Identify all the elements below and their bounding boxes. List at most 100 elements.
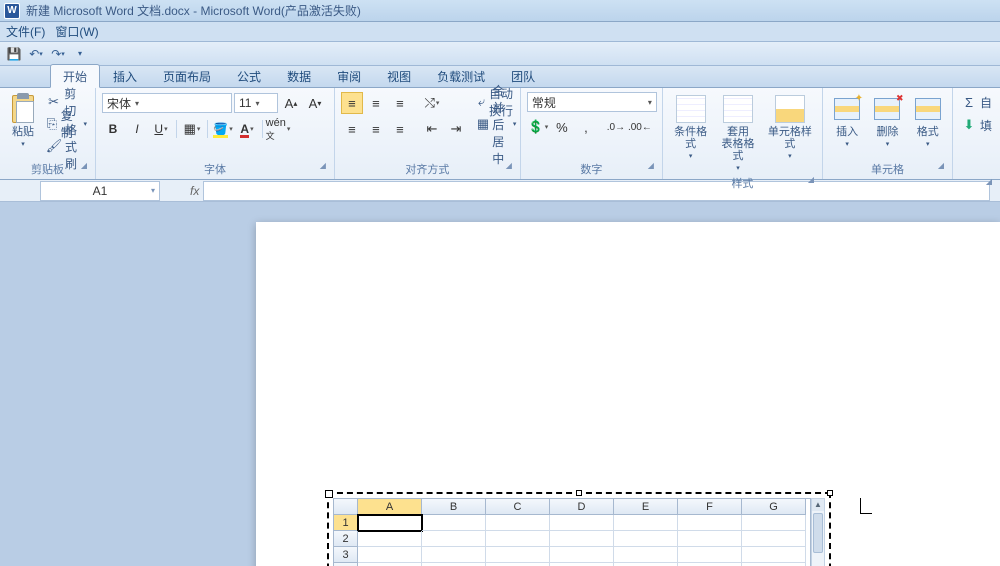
tab-loadtest[interactable]: 负载测试 xyxy=(424,64,498,87)
shrink-font-button[interactable]: A▾ xyxy=(304,92,326,114)
insert-cells-button[interactable]: 插入▾ xyxy=(829,92,865,150)
tab-data[interactable]: 数据 xyxy=(274,64,324,87)
scissors-icon: ✂ xyxy=(46,94,61,110)
cell[interactable] xyxy=(550,515,614,531)
column-header-a[interactable]: A xyxy=(358,499,422,515)
formula-input[interactable] xyxy=(203,181,990,201)
cell[interactable] xyxy=(358,515,422,531)
align-middle-button[interactable]: ≡ xyxy=(365,92,387,114)
formula-bar: A1 ▾ fx xyxy=(0,180,1000,202)
cell[interactable] xyxy=(742,547,806,563)
decrease-indent-button[interactable]: ⇤ xyxy=(421,118,443,140)
redo-icon[interactable]: ↷▾ xyxy=(50,46,66,62)
cell[interactable] xyxy=(550,531,614,547)
cell[interactable] xyxy=(486,547,550,563)
save-icon[interactable]: 💾 xyxy=(6,46,22,62)
cell[interactable] xyxy=(422,515,486,531)
comma-button[interactable]: , xyxy=(575,116,597,138)
conditional-format-button[interactable]: 条件格式▾ xyxy=(669,92,712,162)
spreadsheet-grid[interactable]: A B C D E F G 12345678910 xyxy=(333,498,811,566)
vertical-scrollbar[interactable]: ▲ ▼ xyxy=(811,498,825,566)
format-painter-button[interactable]: 🖌格式刷 xyxy=(44,136,89,156)
column-header-c[interactable]: C xyxy=(486,499,550,515)
resize-handle[interactable] xyxy=(827,490,833,496)
cell[interactable] xyxy=(678,515,742,531)
cell[interactable] xyxy=(614,515,678,531)
borders-button[interactable]: ▦▾ xyxy=(181,118,203,140)
merge-label: 合并后居中 xyxy=(492,82,508,167)
font-family-value: 宋体 xyxy=(107,95,131,112)
cell[interactable] xyxy=(486,531,550,547)
percent-button[interactable]: % xyxy=(551,116,573,138)
cell[interactable] xyxy=(550,547,614,563)
number-format-combo[interactable]: 常规▾ xyxy=(527,92,657,112)
tab-insert[interactable]: 插入 xyxy=(100,64,150,87)
merge-center-button[interactable]: ▦合并后居中▾ xyxy=(475,114,519,134)
scroll-up-icon[interactable]: ▲ xyxy=(812,499,824,511)
cell[interactable] xyxy=(678,531,742,547)
italic-button[interactable]: I xyxy=(126,118,148,140)
cell[interactable] xyxy=(742,531,806,547)
cell[interactable] xyxy=(742,515,806,531)
menu-file[interactable]: 文件(F) xyxy=(6,23,45,40)
cell[interactable] xyxy=(422,547,486,563)
font-family-combo[interactable]: 宋体▾ xyxy=(102,93,232,113)
insert-cells-label: 插入 xyxy=(836,126,858,138)
tab-view[interactable]: 视图 xyxy=(374,64,424,87)
tab-formulas[interactable]: 公式 xyxy=(224,64,274,87)
tab-review[interactable]: 审阅 xyxy=(324,64,374,87)
select-all-corner[interactable] xyxy=(334,499,358,515)
align-right-button[interactable]: ≡ xyxy=(389,118,411,140)
table-row: 2 xyxy=(334,531,810,547)
quick-access-toolbar: 💾 ↶▾ ↷▾ ▾ xyxy=(0,42,1000,66)
cell[interactable] xyxy=(358,547,422,563)
table-format-button[interactable]: 套用 表格格式▾ xyxy=(716,92,759,174)
fill-color-button[interactable]: 🪣▾ xyxy=(212,118,234,140)
autosum-button[interactable]: Σ自 xyxy=(959,92,994,112)
orientation-button[interactable]: ⤭▾ xyxy=(421,92,443,114)
grow-font-button[interactable]: A▴ xyxy=(280,92,302,114)
cell[interactable] xyxy=(486,515,550,531)
paste-button[interactable]: 粘贴 ▾ xyxy=(6,92,40,150)
column-header-e[interactable]: E xyxy=(614,499,678,515)
scroll-thumb[interactable] xyxy=(813,513,823,553)
cell[interactable] xyxy=(422,531,486,547)
row-header[interactable]: 3 xyxy=(334,547,358,563)
undo-icon[interactable]: ↶▾ xyxy=(28,46,44,62)
tab-pagelayout[interactable]: 页面布局 xyxy=(150,64,224,87)
align-top-button[interactable]: ≡ xyxy=(341,92,363,114)
column-header-f[interactable]: F xyxy=(678,499,742,515)
menu-window[interactable]: 窗口(W) xyxy=(55,23,98,40)
font-color-button[interactable]: A▾ xyxy=(236,118,258,140)
phonetic-button[interactable]: wén文▾ xyxy=(267,118,289,140)
underline-button[interactable]: U▾ xyxy=(150,118,172,140)
cell[interactable] xyxy=(678,547,742,563)
delete-cells-button[interactable]: 删除▾ xyxy=(869,92,905,150)
increase-indent-button[interactable]: ⇥ xyxy=(445,118,467,140)
align-bottom-button[interactable]: ≡ xyxy=(389,92,411,114)
align-center-button[interactable]: ≡ xyxy=(365,118,387,140)
align-left-button[interactable]: ≡ xyxy=(341,118,363,140)
bold-button[interactable]: B xyxy=(102,118,124,140)
format-cells-button[interactable]: 格式▾ xyxy=(910,92,946,150)
row-header[interactable]: 2 xyxy=(334,531,358,547)
cell[interactable] xyxy=(614,531,678,547)
font-size-combo[interactable]: 11▾ xyxy=(234,93,278,113)
accounting-format-button[interactable]: 💲▾ xyxy=(527,116,549,138)
cell[interactable] xyxy=(358,531,422,547)
qat-customize-icon[interactable]: ▾ xyxy=(72,46,88,62)
decrease-decimal-button[interactable]: .00← xyxy=(629,116,651,138)
cell-style-button[interactable]: 单元格样式▾ xyxy=(764,92,816,162)
increase-decimal-button[interactable]: .0→ xyxy=(605,116,627,138)
column-header-b[interactable]: B xyxy=(422,499,486,515)
fill-button[interactable]: ⬇填 xyxy=(959,115,994,135)
autosum-label: 自 xyxy=(980,94,992,111)
cell[interactable] xyxy=(614,547,678,563)
row-header[interactable]: 1 xyxy=(334,515,358,531)
column-header-g[interactable]: G xyxy=(742,499,806,515)
fx-icon[interactable]: fx xyxy=(190,184,199,198)
column-header-d[interactable]: D xyxy=(550,499,614,515)
excel-embedded-object[interactable]: A B C D E F G 12345678910 ▲ ▼ ⏮ ◀ ▶ ⏭ Sh… xyxy=(327,492,831,566)
name-box[interactable]: A1 ▾ xyxy=(40,181,160,201)
resize-handle[interactable] xyxy=(576,490,582,496)
